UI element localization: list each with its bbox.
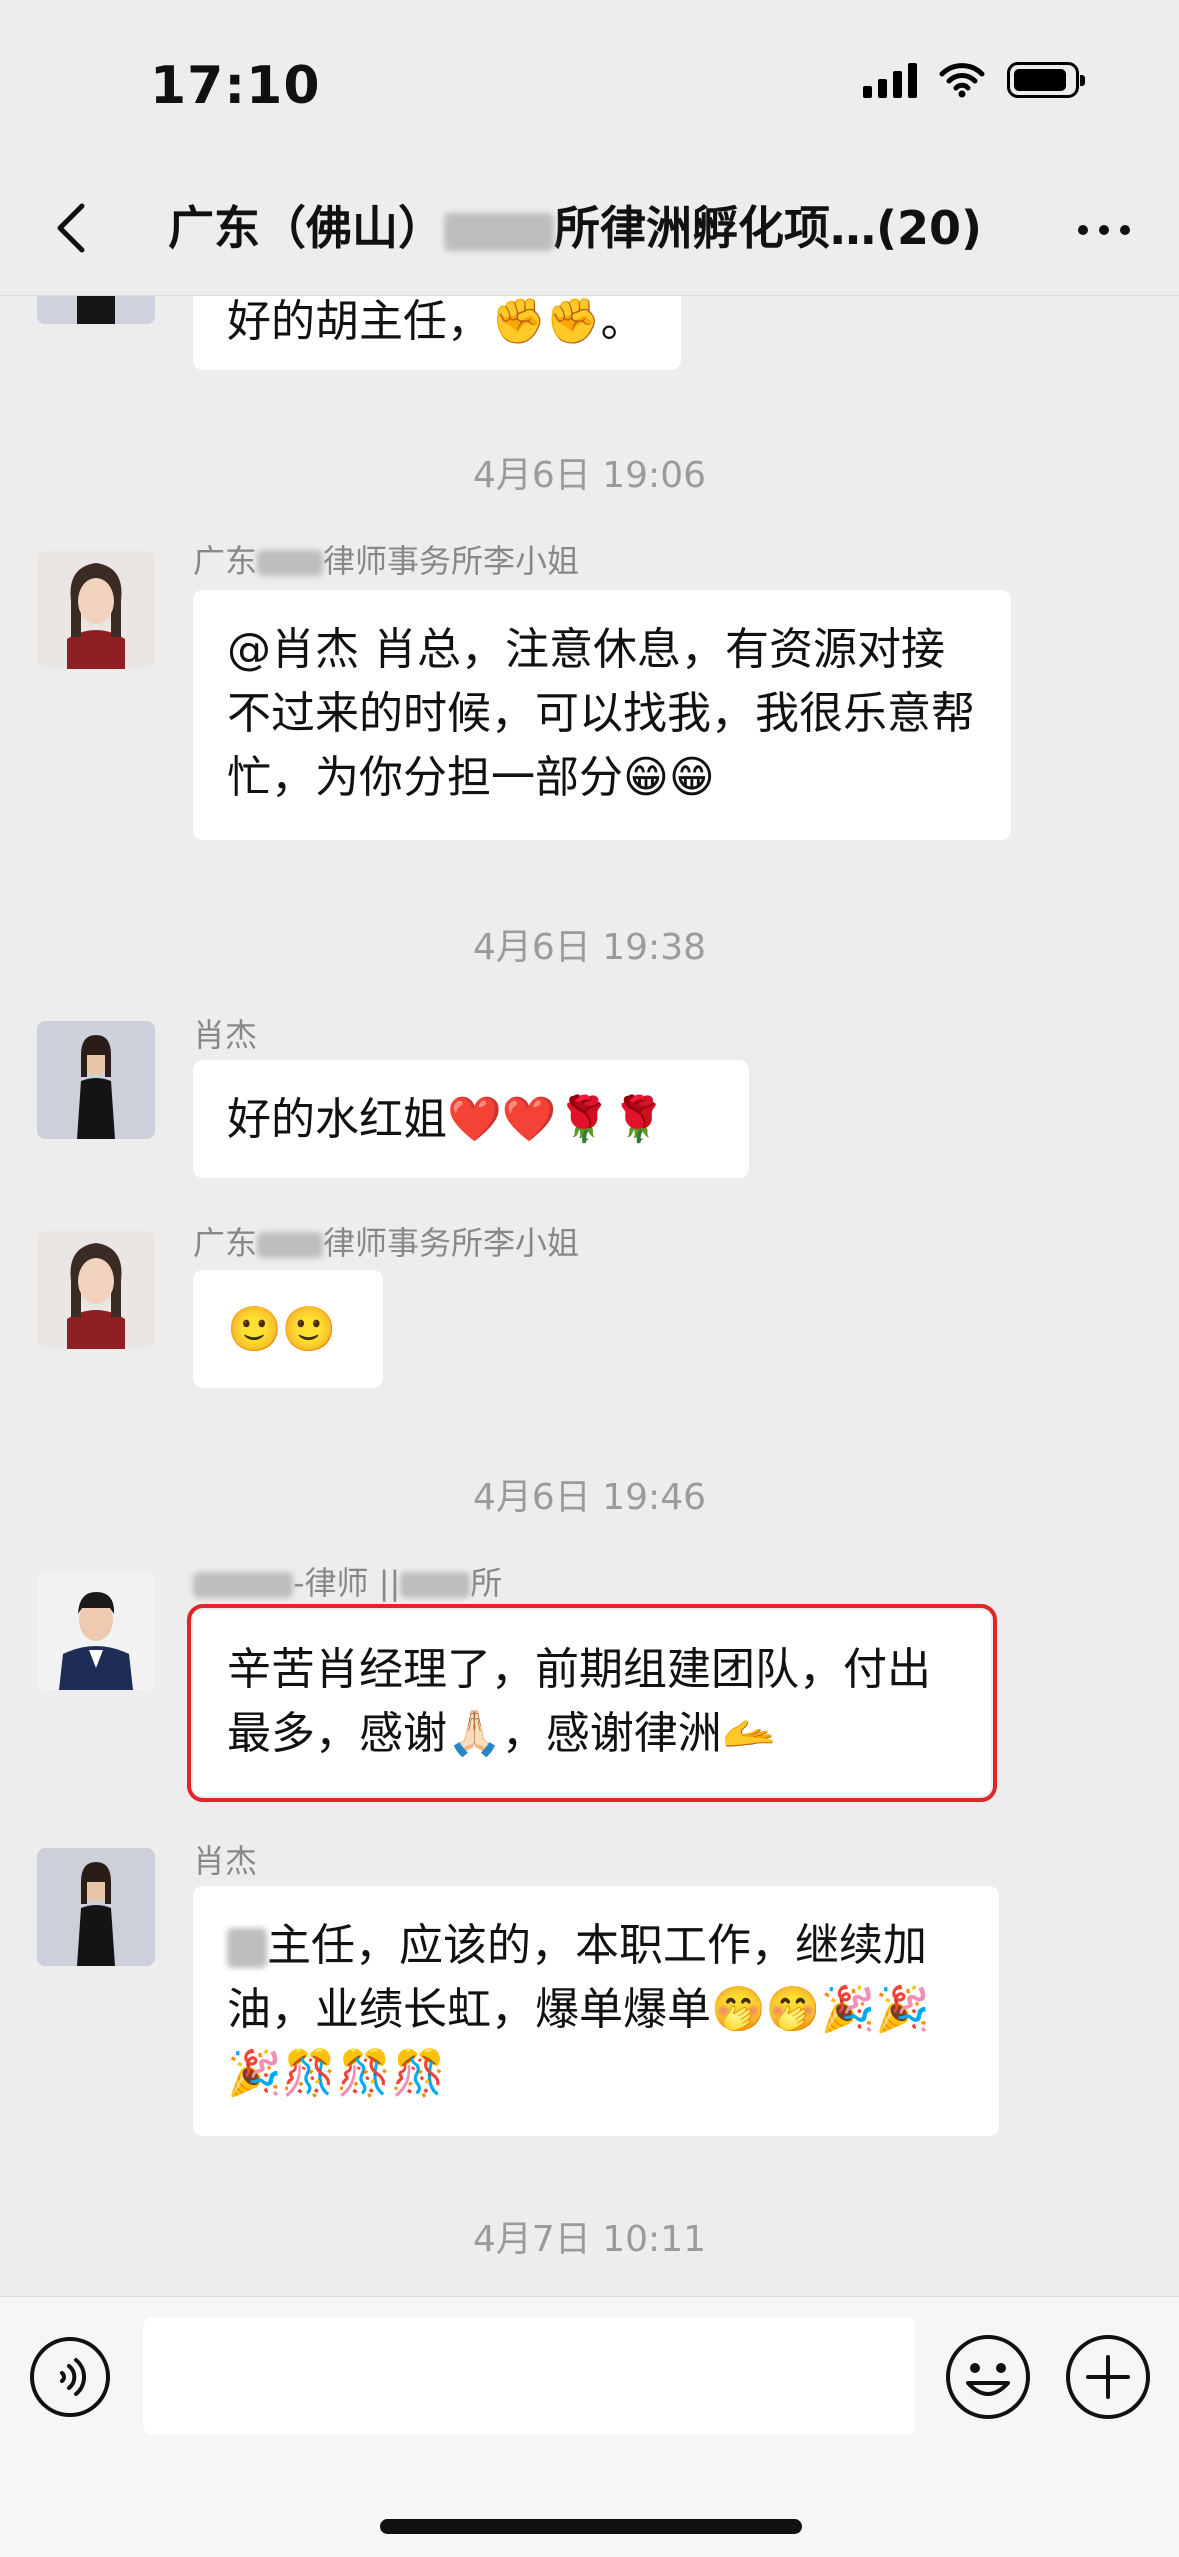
message-text: 主任，应该的，本职工作，继续加油，业绩长虹，爆单爆单🤭🤭🎉🎉🎉🎊🎊🎊 (227, 1920, 931, 2099)
home-indicator (380, 2519, 802, 2534)
back-chevron-icon[interactable] (44, 198, 104, 258)
chat-message-list[interactable]: 好的胡主任，✊✊。 4月6日 19:06 广东 律师事务所李小姐 @肖杰 肖总，注… (0, 296, 1179, 2296)
input-bar (0, 2296, 1179, 2557)
sender-name: 肖杰 (193, 1842, 258, 1880)
redacted-blur (444, 212, 554, 251)
redacted-blur (193, 1572, 293, 1598)
avatar[interactable] (37, 1231, 155, 1349)
status-time: 17:10 (150, 56, 321, 116)
battery-icon (1007, 62, 1085, 98)
message-bubble[interactable]: @肖杰 肖总，注意休息，有资源对接不过来的时候，可以找我，我很乐意帮忙，为你分担… (193, 590, 1011, 840)
message-text: 辛苦肖经理了，前期组建团队，付出最多，感谢🙏🏻，感谢律洲🫴 (227, 1644, 931, 1759)
avatar[interactable] (37, 1848, 155, 1966)
avatar[interactable] (37, 1021, 155, 1139)
message-bubble[interactable]: 好的胡主任，✊✊。 (193, 296, 681, 370)
message-text: 好的水红姐❤️❤️🌹🌹 (227, 1094, 667, 1145)
message-bubble[interactable]: 主任，应该的，本职工作，继续加油，业绩长虹，爆单爆单🤭🤭🎉🎉🎉🎊🎊🎊 (193, 1886, 999, 2136)
avatar[interactable] (37, 1572, 155, 1690)
plus-icon[interactable] (1064, 2333, 1152, 2421)
sender-name: 广东 律师事务所李小姐 (193, 1224, 580, 1262)
status-bar: 17:10 (0, 0, 1179, 170)
sender-name: 肖杰 (193, 1016, 258, 1054)
message-text: 🙂🙂 (227, 1304, 337, 1355)
sender-name: 广东 律师事务所李小姐 (193, 542, 580, 580)
more-options-icon[interactable] (1069, 200, 1139, 260)
message-bubble[interactable]: 好的水红姐❤️❤️🌹🌹 (193, 1060, 749, 1178)
timestamp: 4月7日 10:11 (473, 2219, 706, 2260)
avatar[interactable] (37, 296, 155, 324)
sender-name: -律师 || 所 (193, 1558, 502, 1604)
timestamp: 4月6日 19:38 (473, 927, 706, 968)
chat-title-prefix: 广东（佛山） (168, 201, 444, 255)
highlighted-message-bubble[interactable]: 辛苦肖经理了，前期组建团队，付出最多，感谢🙏🏻，感谢律洲🫴 (187, 1604, 997, 1802)
redacted-blur (227, 1928, 267, 1968)
member-count: (20) (876, 201, 983, 255)
redacted-blur (257, 1232, 324, 1258)
timestamp: 4月6日 19:46 (473, 1477, 706, 1518)
timestamp: 4月6日 19:06 (473, 455, 706, 496)
message-text: @肖杰 肖总，注意休息，有资源对接不过来的时候，可以找我，我很乐意帮忙，为你分担… (227, 624, 975, 803)
wifi-icon (939, 63, 985, 98)
redacted-blur (257, 550, 324, 576)
message-text: 好的胡主任，✊✊。 (227, 296, 645, 347)
message-bubble[interactable]: 🙂🙂 (193, 1270, 383, 1388)
chat-title: 广东（佛山） 所律洲孵化项…(20) (168, 192, 982, 258)
nav-bar: 广东（佛山） 所律洲孵化项…(20) (0, 170, 1179, 296)
message-input[interactable] (143, 2317, 915, 2435)
chat-title-suffix: 所律洲孵化项… (554, 201, 876, 255)
voice-input-icon[interactable] (28, 2335, 112, 2419)
emoji-icon[interactable] (944, 2333, 1032, 2421)
cellular-signal-icon (863, 62, 917, 98)
avatar[interactable] (37, 551, 155, 669)
redacted-blur (400, 1572, 471, 1598)
status-icons (863, 62, 1085, 98)
